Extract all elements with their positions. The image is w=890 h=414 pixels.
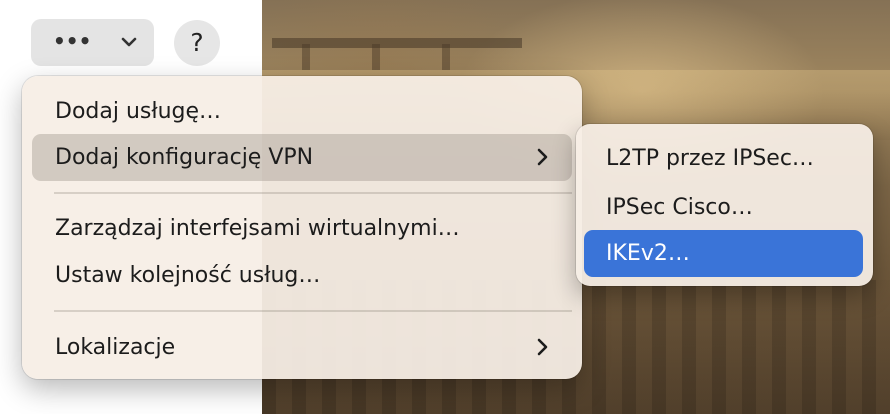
wallpaper-pier (372, 44, 380, 70)
menu-separator (54, 192, 572, 194)
submenu-item-label: IPSec Cisco… (606, 195, 753, 220)
menu-item-manage-virtual-interfaces[interactable]: Zarządzaj interfejsami wirtualnymi… (32, 205, 572, 252)
menu-item-locations[interactable]: Lokalizacje (32, 324, 572, 371)
submenu-item-label: IKEv2… (606, 241, 690, 266)
wallpaper-pier (302, 44, 310, 70)
menu-item-label: Ustaw kolejność usług… (55, 263, 321, 288)
menu-item-set-service-order[interactable]: Ustaw kolejność usług… (32, 252, 572, 299)
wallpaper-pier (442, 44, 450, 70)
submenu-item-label: L2TP przez IPSec… (606, 146, 814, 171)
menu-item-label: Lokalizacje (55, 335, 176, 360)
action-menu: Dodaj usługę… Dodaj konfigurację VPN Zar… (22, 76, 582, 379)
menu-item-add-vpn-configuration[interactable]: Dodaj konfigurację VPN (32, 134, 572, 181)
vpn-submenu: L2TP przez IPSec… IPSec Cisco… IKEv2… (576, 124, 873, 286)
menu-item-label: Dodaj usługę… (55, 99, 222, 124)
action-menu-button[interactable]: ••• (31, 19, 154, 66)
chevron-right-icon (537, 148, 548, 166)
submenu-item-l2tp-over-ipsec[interactable]: L2TP przez IPSec… (584, 135, 863, 182)
menu-separator (54, 310, 572, 312)
menu-item-add-service[interactable]: Dodaj usługę… (32, 88, 572, 135)
chevron-right-icon (537, 338, 548, 356)
help-button[interactable]: ? (174, 20, 220, 66)
submenu-item-ikev2[interactable]: IKEv2… (584, 230, 863, 277)
menu-item-label: Zarządzaj interfejsami wirtualnymi… (55, 216, 460, 241)
menu-item-label: Dodaj konfigurację VPN (55, 145, 314, 170)
chevron-down-icon (121, 37, 137, 47)
ellipsis-icon: ••• (53, 29, 92, 53)
submenu-item-cisco-ipsec[interactable]: IPSec Cisco… (584, 184, 863, 231)
